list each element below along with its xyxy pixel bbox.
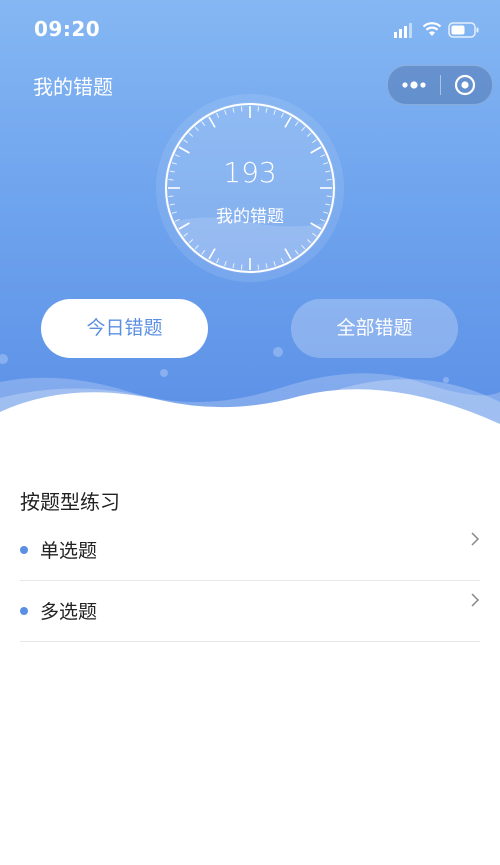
wrong-count-value: 193 <box>223 156 277 189</box>
gauge-tick <box>240 106 243 112</box>
gauge-tick <box>240 264 243 270</box>
wrong-count-gauge: 193 我的错题 <box>154 92 346 284</box>
list-item-single-choice[interactable]: 单选题 <box>20 520 480 581</box>
bullet-dot-icon <box>20 546 28 554</box>
list-item-multiple-choice[interactable]: 多选题 <box>20 581 480 642</box>
more-button[interactable] <box>388 66 440 104</box>
page-title: 我的错题 <box>33 75 113 99</box>
more-dots-icon <box>402 81 426 89</box>
hero-header: 09:20 我的错题 193 我的错题 今日错题 全部错题 <box>0 0 500 440</box>
close-target-icon <box>454 74 476 96</box>
wrong-count-label: 我的错题 <box>216 207 284 227</box>
status-icons <box>370 20 480 40</box>
bullet-dot-icon <box>20 607 28 615</box>
wifi-icon <box>422 22 442 36</box>
gauge-tick <box>257 264 260 270</box>
close-button[interactable] <box>441 66 492 104</box>
list-item-label: 单选题 <box>40 540 98 562</box>
gauge-tick <box>168 195 174 198</box>
chevron-right-icon <box>471 532 480 546</box>
status-bar: 09:20 <box>0 0 500 60</box>
signal-icon <box>394 23 412 38</box>
wave-decoration <box>0 347 500 440</box>
list-item-label: 多选题 <box>40 601 98 623</box>
section-title: 按题型练习 <box>20 490 120 514</box>
battery-icon <box>448 22 479 38</box>
chevron-right-icon <box>471 593 480 607</box>
gauge-tick <box>257 106 260 112</box>
gauge-tick <box>326 195 332 198</box>
status-time: 09:20 <box>34 17 101 41</box>
mini-program-capsule <box>387 65 493 105</box>
